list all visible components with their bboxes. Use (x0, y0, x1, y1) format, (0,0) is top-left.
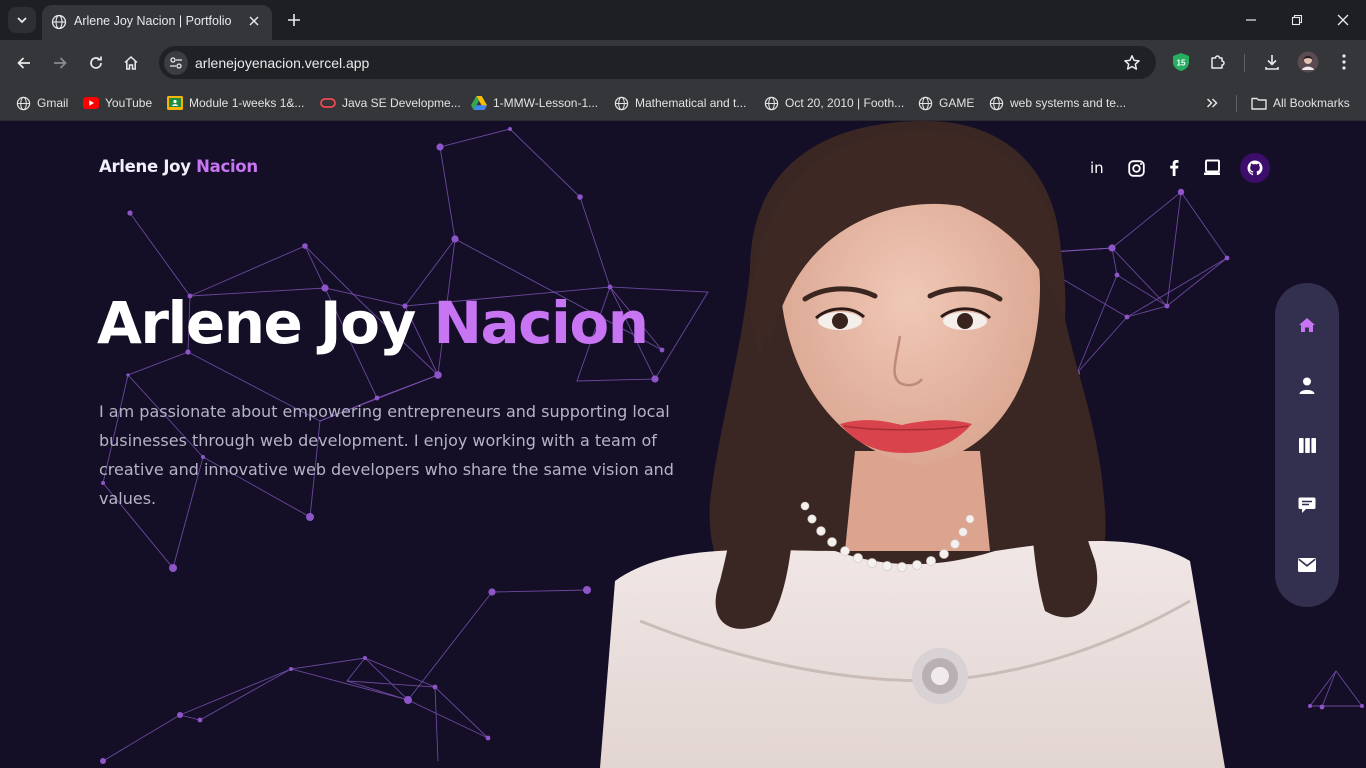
nav-columns-icon[interactable] (1292, 430, 1322, 460)
nav-chat-icon[interactable] (1292, 490, 1322, 520)
bookmarks-overflow-button[interactable] (1204, 94, 1220, 112)
site-info-icon[interactable] (164, 51, 188, 75)
close-window-button[interactable] (1329, 6, 1357, 34)
bookmark-label: 1-MMW-Lesson-1... (493, 96, 599, 110)
github-icon[interactable] (1240, 153, 1270, 183)
home-icon (124, 55, 138, 70)
browser-tab-bar: Arlene Joy Nacion | Portfolio (0, 0, 1366, 40)
restore-button[interactable] (1283, 6, 1311, 34)
bookmark-star-icon[interactable] (1122, 53, 1142, 73)
url-text: arlenejoyenacion.vercel.app (195, 55, 370, 71)
globe-icon (917, 95, 933, 111)
bookmark-module[interactable]: Module 1-weeks 1&... (167, 94, 304, 112)
home-button[interactable] (118, 50, 144, 76)
globe-icon (613, 95, 629, 111)
globe-icon (988, 95, 1004, 111)
facebook-icon[interactable] (1159, 153, 1189, 183)
bookmark-gmail[interactable]: Gmail (15, 94, 68, 112)
svg-text:in: in (1090, 159, 1104, 177)
restore-icon (1291, 14, 1303, 26)
bookmarks-divider (1236, 95, 1237, 112)
logo-last-name: Nacion (196, 157, 258, 176)
youtube-icon (83, 95, 99, 111)
bookmark-label: web systems and te... (1010, 96, 1127, 110)
bookmark-youtube[interactable]: YouTube (83, 94, 152, 112)
bookmark-label: Mathematical and t... (635, 96, 747, 110)
kebab-menu-icon (1342, 54, 1346, 70)
bookmark-label: GAME (939, 96, 975, 110)
portrait-photo (600, 121, 1225, 768)
back-button[interactable] (11, 50, 37, 76)
tab-title: Arlene Joy Nacion | Portfolio (74, 14, 232, 28)
portfolio-page: Arlene Joy Nacion Arlene Joy Nacion I am… (0, 121, 1366, 768)
all-bookmarks-button[interactable]: All Bookmarks (1251, 94, 1350, 112)
hero-title: Arlene Joy Nacion (97, 289, 649, 357)
bookmark-mathematical[interactable]: Mathematical and t... (613, 94, 746, 112)
globe-icon (763, 95, 779, 111)
bookmark-game[interactable]: GAME (917, 94, 974, 112)
reload-icon (90, 56, 102, 69)
globe-icon (15, 95, 31, 111)
new-tab-button[interactable] (283, 9, 305, 31)
bookmark-oct-20[interactable]: Oct 20, 2010 | Footh... (763, 94, 904, 112)
minimize-button[interactable] (1237, 6, 1265, 34)
extension-badge-count: 15 (1177, 59, 1186, 68)
close-tab-icon[interactable] (244, 11, 264, 31)
drive-icon (471, 95, 487, 111)
bookmark-web-systems[interactable]: web systems and te... (988, 94, 1126, 112)
close-icon (1337, 14, 1349, 26)
folder-icon (1251, 95, 1267, 111)
instagram-icon[interactable] (1121, 153, 1151, 183)
reload-button[interactable] (83, 50, 109, 76)
laptop-icon[interactable] (1197, 153, 1227, 183)
logo-first-name: Arlene Joy (99, 157, 191, 176)
profile-avatar[interactable] (1297, 51, 1319, 73)
nav-user-icon[interactable] (1292, 370, 1322, 400)
oracle-icon (320, 95, 336, 111)
tab-search-button[interactable] (8, 7, 36, 33)
globe-icon (51, 14, 67, 30)
arrow-left-icon (17, 57, 30, 69)
nav-home-icon[interactable] (1292, 310, 1322, 340)
classroom-icon (167, 95, 183, 111)
plus-icon (288, 14, 300, 26)
arrow-right-icon (54, 57, 67, 69)
all-bookmarks-label: All Bookmarks (1273, 96, 1350, 110)
bookmark-label: Java SE Developme... (342, 96, 461, 110)
minimize-icon (1246, 19, 1256, 21)
download-icon (1265, 55, 1279, 70)
browser-toolbar: arlenejoyenacion.vercel.app 15 (0, 40, 1366, 85)
extension-badge-icon[interactable]: 15 (1170, 51, 1192, 73)
bookmark-mmw-lesson[interactable]: 1-MMW-Lesson-1... (471, 94, 598, 112)
bookmark-label: YouTube (105, 96, 153, 110)
bookmark-label: Module 1-weeks 1&... (189, 96, 305, 110)
active-tab[interactable]: Arlene Joy Nacion | Portfolio (42, 5, 272, 40)
puzzle-icon (1211, 55, 1225, 69)
forward-button[interactable] (47, 50, 73, 76)
chevron-down-icon (17, 17, 27, 24)
extensions-button[interactable] (1207, 51, 1229, 73)
site-logo[interactable]: Arlene Joy Nacion (99, 157, 258, 176)
browser-menu-button[interactable] (1333, 51, 1355, 73)
linkedin-icon[interactable]: in (1083, 153, 1113, 183)
toolbar-divider (1244, 54, 1245, 72)
floating-side-nav (1275, 283, 1339, 607)
downloads-button[interactable] (1261, 51, 1283, 73)
nav-mail-icon[interactable] (1292, 550, 1322, 580)
avatar-icon (1297, 51, 1319, 73)
bookmark-label: Oct 20, 2010 | Footh... (785, 96, 905, 110)
bookmark-java-se[interactable]: Java SE Developme... (320, 94, 461, 112)
bookmarks-bar: Gmail YouTube Module 1-weeks 1&... Java … (0, 85, 1366, 121)
brooch-icon (912, 648, 968, 704)
hero-first-name: Arlene Joy (97, 289, 416, 357)
chevron-double-right-icon (1204, 95, 1220, 111)
address-bar[interactable]: arlenejoyenacion.vercel.app (159, 46, 1156, 79)
bookmark-label: Gmail (37, 96, 69, 110)
